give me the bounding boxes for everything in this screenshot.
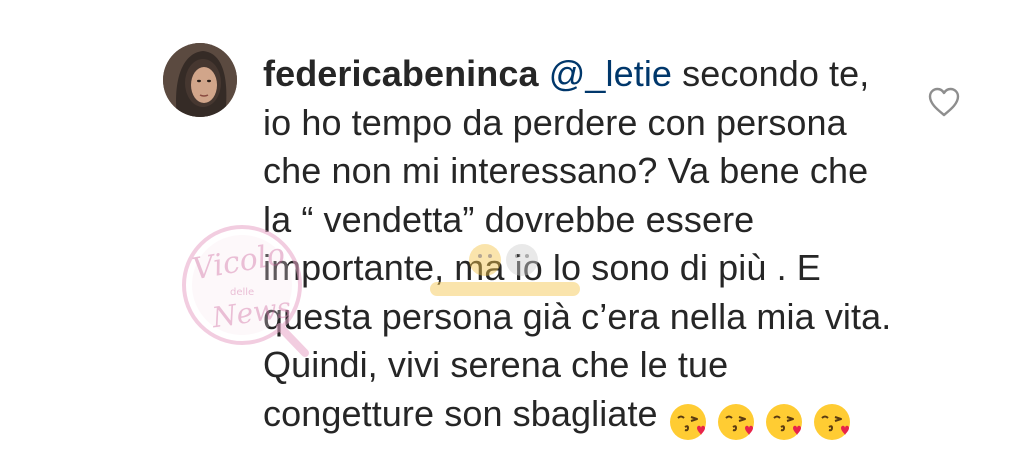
kissing-face-with-heart-icon: [669, 403, 706, 440]
username-link[interactable]: federicabeninca: [263, 53, 539, 94]
avatar-photo: [163, 43, 237, 117]
emoji-group: [668, 396, 860, 445]
kissing-face-with-heart-icon: [765, 403, 802, 440]
comment-item: federicabeninca @_letie secondo te, io h…: [0, 0, 1024, 474]
avatar[interactable]: [163, 43, 237, 117]
comment-text: federicabeninca @_letie secondo te, io h…: [263, 50, 903, 444]
kissing-face-with-heart-icon: [717, 403, 754, 440]
svg-text:delle: delle: [230, 287, 254, 298]
mention-link[interactable]: @_letie: [549, 53, 672, 94]
heart-icon[interactable]: [926, 84, 962, 120]
kissing-face-with-heart-icon: [813, 403, 850, 440]
comment-body: secondo te, io ho tempo da perdere con p…: [263, 53, 892, 434]
